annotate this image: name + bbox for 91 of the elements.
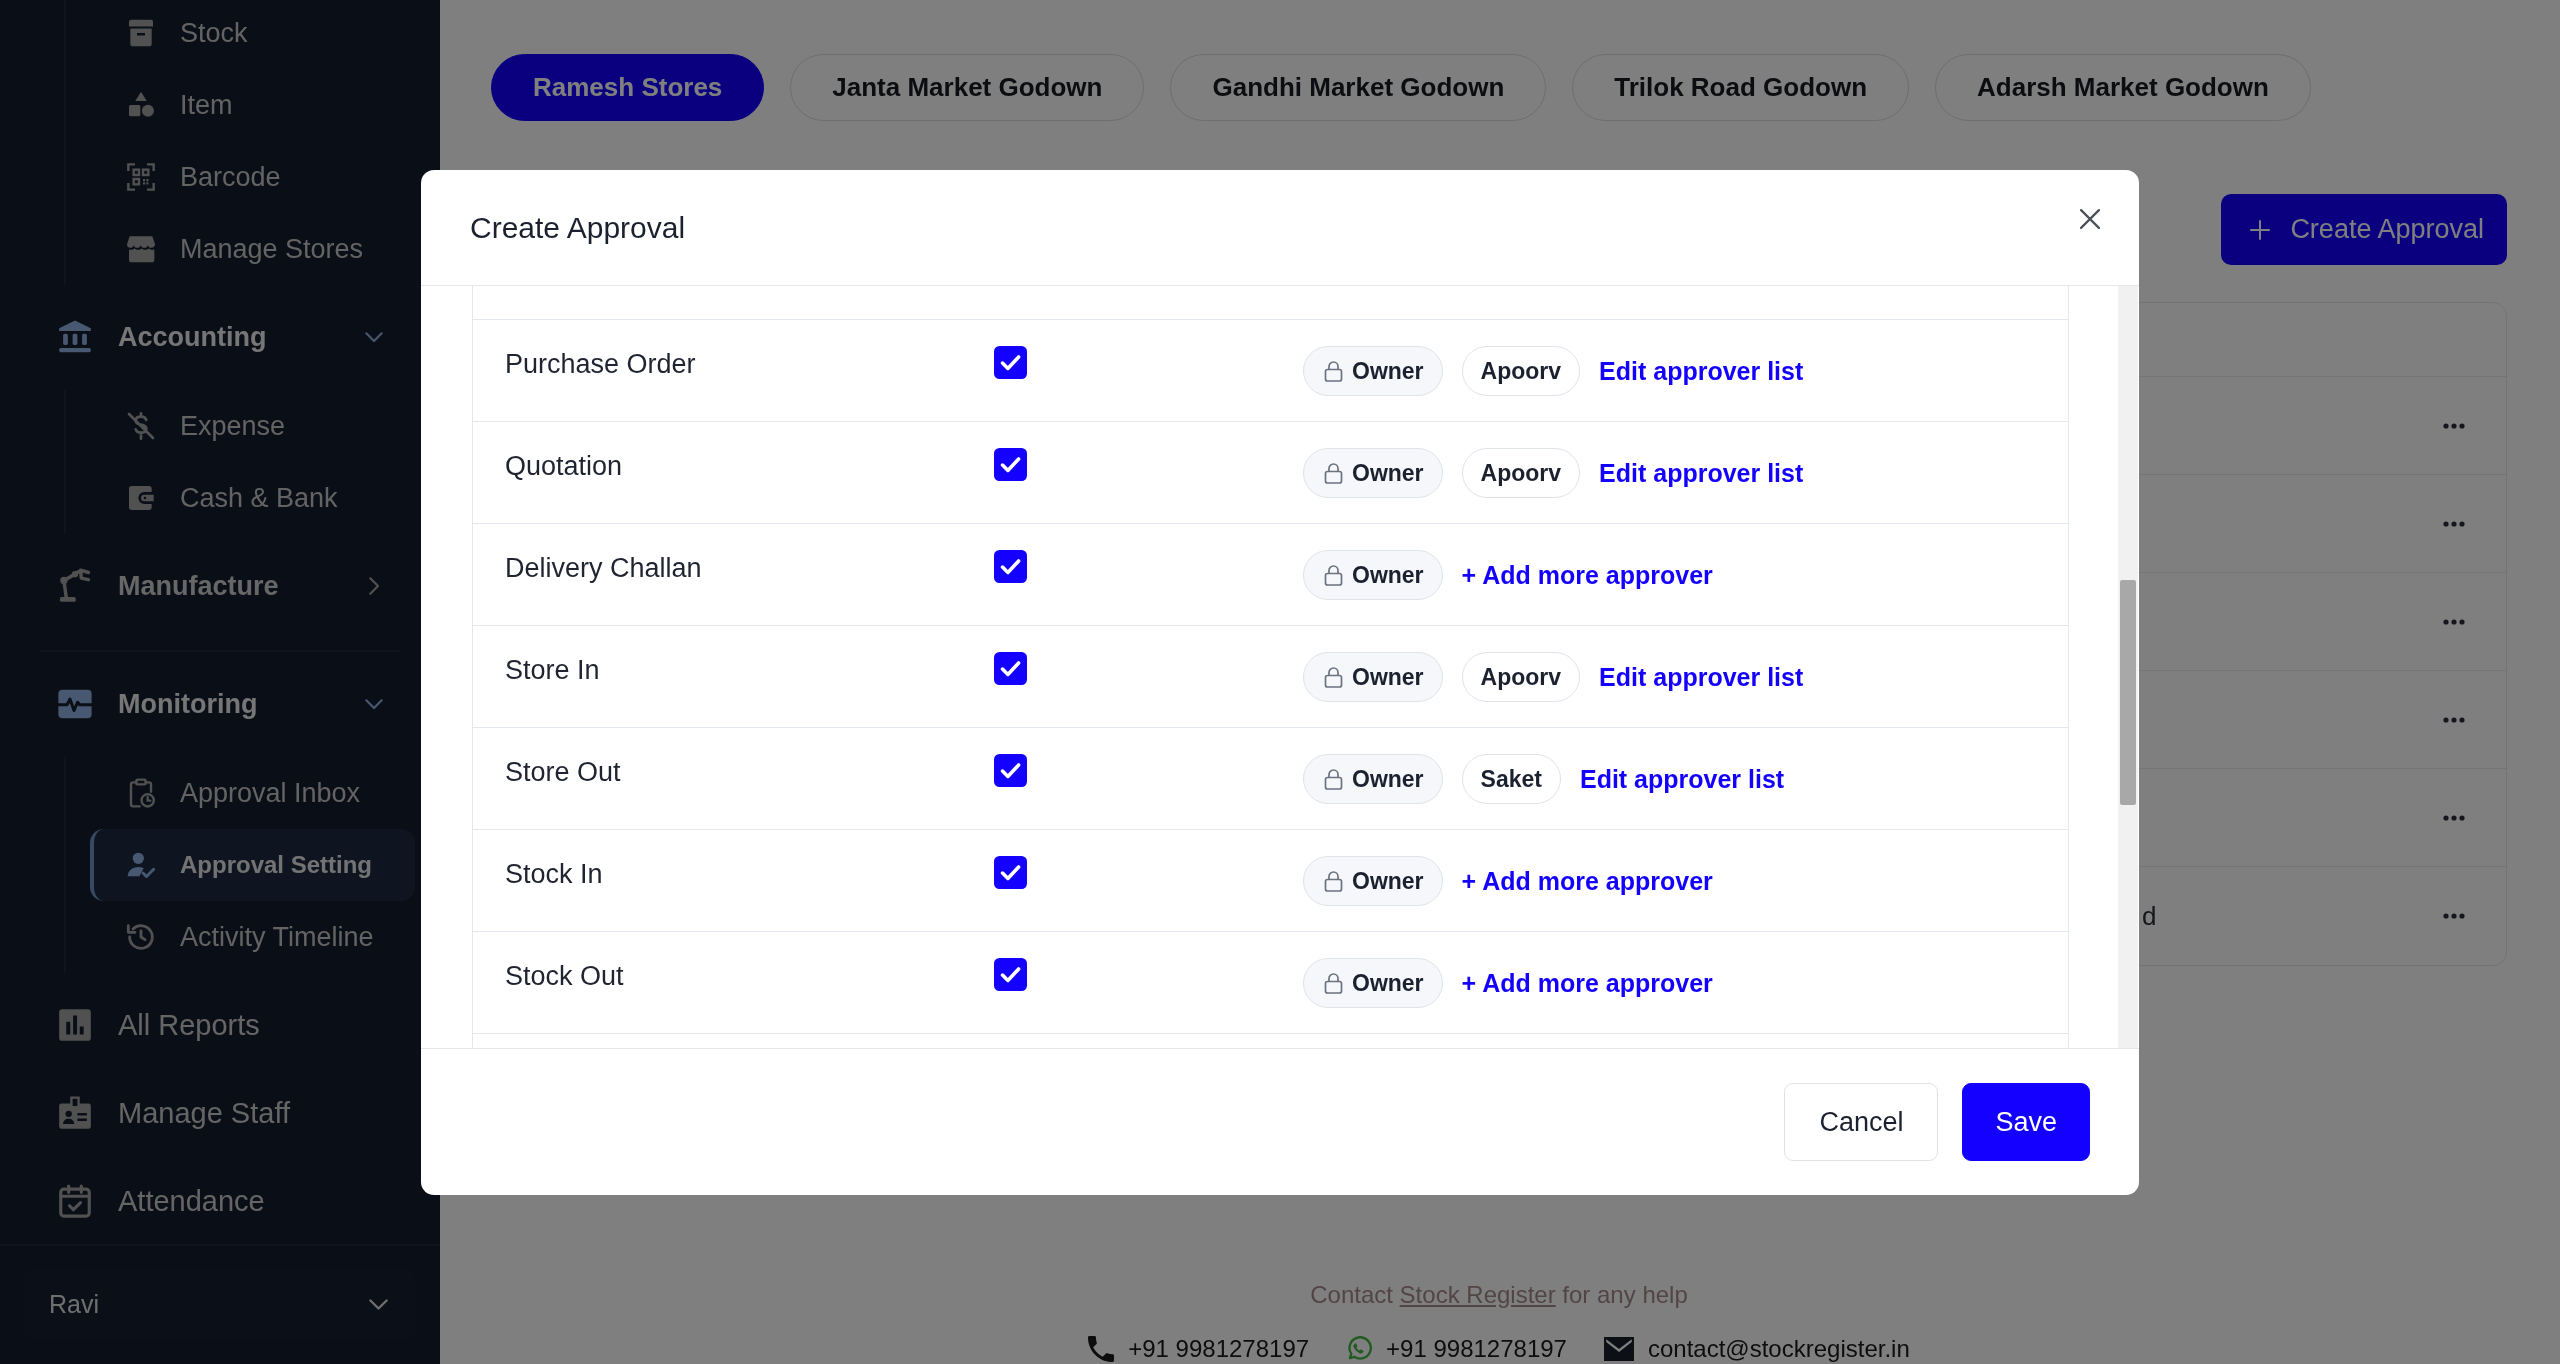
approver-name: Owner bbox=[1352, 459, 1424, 487]
envelope-icon bbox=[1603, 1337, 1634, 1361]
more-icon[interactable] bbox=[2443, 618, 2465, 625]
sidebar-item[interactable]: Expense bbox=[90, 390, 415, 462]
edit-approvers-link[interactable]: Edit approver list bbox=[1599, 458, 1804, 488]
more-icon[interactable] bbox=[2443, 716, 2465, 723]
approver-name: Owner bbox=[1352, 663, 1424, 691]
document-type: Stock Out bbox=[505, 960, 624, 992]
more-icon[interactable] bbox=[2443, 520, 2465, 527]
document-type: Store Out bbox=[505, 756, 621, 788]
chat-phone-icon bbox=[1346, 1336, 1373, 1362]
storefront-icon bbox=[125, 233, 157, 265]
checkbox[interactable] bbox=[994, 346, 1027, 379]
approver-name: Owner bbox=[1352, 357, 1424, 385]
lock-icon bbox=[1324, 360, 1343, 382]
checkbox[interactable] bbox=[994, 754, 1027, 787]
help-text: Contact Stock Register for any help bbox=[1310, 1281, 1688, 1309]
scrollbar-thumb[interactable] bbox=[2120, 580, 2136, 805]
document-type: Stock In bbox=[505, 858, 603, 890]
lock-icon bbox=[1324, 666, 1343, 688]
sidebar-group-header[interactable]: Manufacture bbox=[0, 550, 440, 622]
phone-number: +91 9981278197 bbox=[1386, 1335, 1567, 1363]
lock-icon bbox=[1324, 564, 1343, 586]
edit-approvers-link[interactable]: Edit approver list bbox=[1599, 356, 1804, 386]
add-approver-link[interactable]: + Add more approver bbox=[1461, 968, 1713, 998]
sidebar-group-header[interactable]: Accounting bbox=[0, 301, 440, 373]
help-link[interactable]: Stock Register bbox=[1399, 1281, 1556, 1308]
checkbox[interactable] bbox=[994, 550, 1027, 583]
more-icon[interactable] bbox=[2443, 913, 2465, 919]
phone-icon bbox=[1088, 1336, 1115, 1362]
cancel-button[interactable]: Cancel bbox=[1784, 1083, 1939, 1161]
document-type: Store In bbox=[505, 654, 600, 686]
add-approver-link[interactable]: + Add more approver bbox=[1461, 866, 1713, 896]
document-type: Delivery Challan bbox=[505, 552, 702, 584]
sidebar-item[interactable]: Approval Inbox bbox=[90, 757, 415, 829]
approver-tag[interactable]: Apoorv bbox=[1461, 448, 1581, 498]
qr-code-icon bbox=[125, 161, 157, 193]
plus-icon bbox=[2250, 219, 2271, 240]
more-icon[interactable] bbox=[2443, 422, 2465, 429]
checkbox[interactable] bbox=[994, 856, 1027, 889]
crossed-dollar-icon bbox=[125, 410, 157, 442]
approver-name: Owner bbox=[1352, 765, 1424, 793]
store-tab[interactable]: Ramesh Stores bbox=[491, 54, 765, 121]
approver-name: Owner bbox=[1352, 867, 1424, 895]
close-icon bbox=[2080, 208, 2100, 229]
document-type: Quotation bbox=[505, 450, 623, 482]
scrollbar[interactable] bbox=[2118, 286, 2138, 1048]
approver-name: Owner bbox=[1352, 969, 1424, 997]
save-button[interactable]: Save bbox=[1962, 1083, 2090, 1161]
add-approver-link[interactable]: + Add more approver bbox=[1461, 560, 1713, 590]
more-icon[interactable] bbox=[2443, 814, 2465, 821]
sidebar-item[interactable]: Cash & Bank bbox=[90, 462, 415, 534]
calendar-check-icon bbox=[56, 1182, 94, 1220]
lock-icon bbox=[1324, 870, 1343, 892]
sidebar-item[interactable]: Barcode bbox=[90, 141, 415, 213]
edit-approvers-link[interactable]: Edit approver list bbox=[1599, 662, 1804, 692]
phone-number: +91 9981278197 bbox=[1128, 1335, 1310, 1363]
lock-icon bbox=[1324, 462, 1343, 484]
chevron-down-icon bbox=[369, 1299, 388, 1310]
document-type: Purchase Order bbox=[505, 348, 696, 380]
sidebar-item[interactable]: Activity Timeline bbox=[90, 901, 415, 973]
approver-tag[interactable]: Apoorv bbox=[1461, 652, 1581, 702]
sidebar-item[interactable]: Manage Staff bbox=[0, 1077, 440, 1149]
close-button[interactable] bbox=[2080, 208, 2100, 229]
sidebar-item[interactable]: Item bbox=[90, 69, 415, 141]
create-button[interactable]: Create Approval bbox=[2221, 194, 2507, 265]
history-icon bbox=[125, 921, 157, 953]
store-tab[interactable]: Gandhi Market Godown bbox=[1170, 54, 1547, 121]
sidebar-item[interactable]: Manage Stores bbox=[90, 213, 415, 285]
dialog-title: Create Approval bbox=[470, 210, 686, 245]
checkbox[interactable] bbox=[994, 448, 1027, 481]
sidebar-item[interactable]: Approval Setting bbox=[90, 829, 415, 901]
checkbox[interactable] bbox=[994, 652, 1027, 685]
lock-icon bbox=[1324, 972, 1343, 994]
store-tab[interactable]: Trilok Road Godown bbox=[1572, 54, 1910, 121]
email-address: contact@stockregister.in bbox=[1647, 1335, 1910, 1363]
sidebar-group-header[interactable]: Monitoring bbox=[0, 668, 440, 740]
id-badge-icon bbox=[56, 1094, 94, 1132]
approver-tag[interactable]: Saket bbox=[1461, 754, 1561, 804]
sidebar-item[interactable]: Attendance bbox=[0, 1165, 440, 1237]
edit-approvers-link[interactable]: Edit approver list bbox=[1579, 764, 1785, 794]
store-tab[interactable]: Janta Market Godown bbox=[790, 54, 1145, 121]
approver-name: Owner bbox=[1352, 561, 1424, 589]
checkbox[interactable] bbox=[994, 958, 1027, 991]
sidebar-item[interactable]: All Reports bbox=[0, 989, 440, 1061]
bar-chart-icon bbox=[56, 1006, 94, 1044]
lock-icon bbox=[1324, 768, 1343, 790]
cell-text: d bbox=[2142, 900, 2157, 932]
sidebar-item[interactable]: Stock bbox=[90, 0, 415, 69]
store-tab[interactable]: Adarsh Market Godown bbox=[1935, 54, 2311, 121]
approver-tag[interactable]: Apoorv bbox=[1461, 346, 1581, 396]
